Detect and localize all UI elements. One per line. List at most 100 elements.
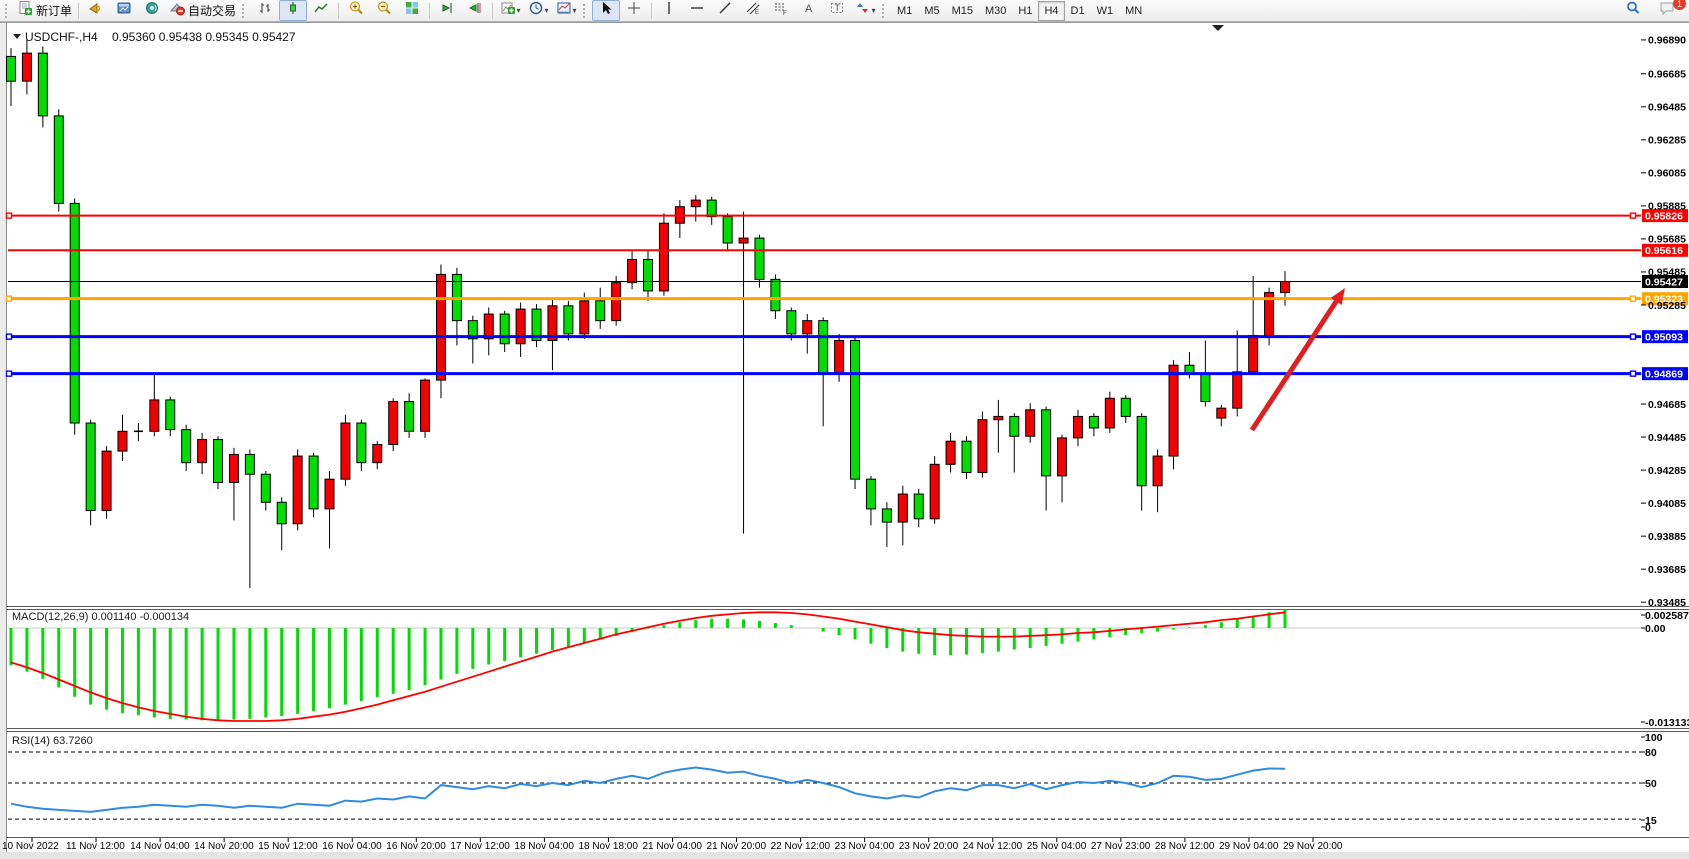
candle-up (978, 420, 987, 473)
auto-scroll-icon (439, 0, 455, 21)
candle-up (691, 200, 700, 207)
horizontal-line-tool-button[interactable] (683, 0, 711, 21)
timeframe-d1-button[interactable]: D1 (1065, 1, 1091, 21)
candle-up (930, 464, 939, 518)
indicators-button[interactable]: ▾ (496, 0, 524, 21)
candle-down (1042, 410, 1051, 476)
candle-up (421, 380, 430, 431)
price-tick-label: 0.93885 (1648, 531, 1686, 543)
timeframe-w1-button[interactable]: W1 (1091, 1, 1120, 21)
alert-button[interactable] (82, 0, 110, 21)
chart-title-quotes: 0.95360 0.95438 0.95345 0.95427 (112, 30, 296, 44)
time-label: 10 Nov 2022 (2, 841, 59, 852)
timeframe-mn-button[interactable]: MN (1119, 1, 1148, 21)
candle-down (500, 314, 509, 344)
timeframe-m5-button[interactable]: M5 (918, 1, 945, 21)
line-anchor[interactable] (1631, 371, 1636, 376)
bar-chart-icon (257, 0, 273, 21)
timeframe-m30-button[interactable]: M30 (979, 1, 1012, 21)
candle-down (819, 321, 828, 374)
line-anchor[interactable] (7, 213, 12, 218)
candle-up (293, 456, 302, 524)
time-label: 28 Nov 12:00 (1155, 841, 1215, 852)
zoom-in-icon (348, 0, 364, 21)
price-tick-label: 0.96485 (1648, 102, 1686, 114)
auto-scroll-button[interactable] (433, 0, 461, 21)
line-anchor[interactable] (1631, 296, 1636, 301)
candlestick-mode-button[interactable] (279, 0, 307, 21)
bar-chart-mode-button[interactable] (251, 0, 279, 21)
line-chart-icon (313, 0, 329, 21)
template-button[interactable]: ▾ (552, 0, 580, 21)
timeframe-m15-button[interactable]: M15 (946, 1, 979, 21)
candle-down (86, 423, 95, 511)
timeframe-h4-button[interactable]: H4 (1038, 1, 1064, 21)
svg-text:A: A (805, 3, 813, 15)
tile-windows-icon (404, 0, 420, 21)
line-anchor[interactable] (1631, 334, 1636, 339)
search-icon (1625, 0, 1641, 21)
price-tag-label: 0.95093 (1645, 331, 1683, 343)
text-label-tool-button[interactable]: T (823, 0, 851, 21)
toolbar-grip[interactable] (242, 4, 248, 18)
rsi-axis-label: 100 (1645, 732, 1663, 744)
price-tag-label: 0.94869 (1645, 368, 1683, 380)
bottom-strip (0, 852, 1689, 859)
line-anchor[interactable] (7, 371, 12, 376)
candle-up (373, 444, 382, 462)
zoom-out-button[interactable] (370, 0, 398, 21)
new-chart-button[interactable] (110, 0, 138, 21)
candle-up (1073, 416, 1082, 437)
candle-up (580, 301, 589, 334)
candle-down (182, 430, 191, 463)
candle-up (341, 423, 350, 479)
time-label: 29 Nov 20:00 (1283, 841, 1343, 852)
period-clock-button[interactable]: ▾ (524, 0, 552, 21)
zoom-in-button[interactable] (342, 0, 370, 21)
timeframe-h1-button[interactable]: H1 (1012, 1, 1038, 21)
candle-up (1217, 408, 1226, 418)
market-watch-button[interactable] (138, 0, 166, 21)
toolbar-grip[interactable] (583, 4, 589, 18)
arrows-tool-button[interactable]: ▾ (851, 0, 879, 21)
line-anchor[interactable] (1631, 213, 1636, 218)
candle-up (994, 416, 1003, 419)
toolbar-grip[interactable] (882, 4, 888, 18)
template-icon (556, 0, 572, 21)
line-chart-mode-button[interactable] (307, 0, 335, 21)
channel-tool-button[interactable]: E (739, 0, 767, 21)
notifications-button[interactable]: 1 (1653, 0, 1681, 21)
tile-windows-button[interactable] (398, 0, 426, 21)
text-icon: A (801, 0, 817, 21)
candle-up (389, 402, 398, 445)
vertical-line-tool-button[interactable] (655, 0, 683, 21)
time-label: 22 Nov 12:00 (771, 841, 831, 852)
chevron-down-icon: ▾ (872, 6, 876, 15)
line-anchor[interactable] (7, 334, 12, 339)
time-label: 27 Nov 23:00 (1091, 841, 1151, 852)
chart-canvas: USDCHF-,H4 0.95360 0.95438 0.95345 0.954… (0, 0, 1689, 859)
candle-up (898, 494, 907, 522)
candle-up (1233, 372, 1242, 408)
candle-down (166, 400, 175, 430)
chart-shift-button[interactable] (461, 0, 489, 21)
time-label: 21 Nov 20:00 (707, 841, 767, 852)
crosshair-tool-button[interactable] (620, 0, 648, 21)
candle-down (882, 509, 891, 522)
svg-text:E: E (755, 10, 759, 16)
toolbar-grip[interactable] (5, 4, 11, 18)
text-tool-button[interactable]: A (795, 0, 823, 21)
search-button[interactable] (1619, 0, 1647, 21)
candle-down (866, 479, 875, 509)
trendline-tool-button[interactable] (711, 0, 739, 21)
line-anchor[interactable] (7, 296, 12, 301)
candle-down (277, 502, 286, 523)
price-tick-label: 0.96685 (1648, 69, 1686, 81)
timeframe-m1-button[interactable]: M1 (891, 1, 918, 21)
price-tag-label: 0.95616 (1645, 245, 1683, 257)
cursor-tool-button[interactable] (592, 0, 620, 21)
candle-down (723, 217, 732, 243)
new-order-button[interactable]: 新订单 (14, 0, 75, 21)
auto-trading-button[interactable]: 自动交易 (166, 0, 239, 21)
fibonacci-tool-button[interactable]: F (767, 0, 795, 21)
